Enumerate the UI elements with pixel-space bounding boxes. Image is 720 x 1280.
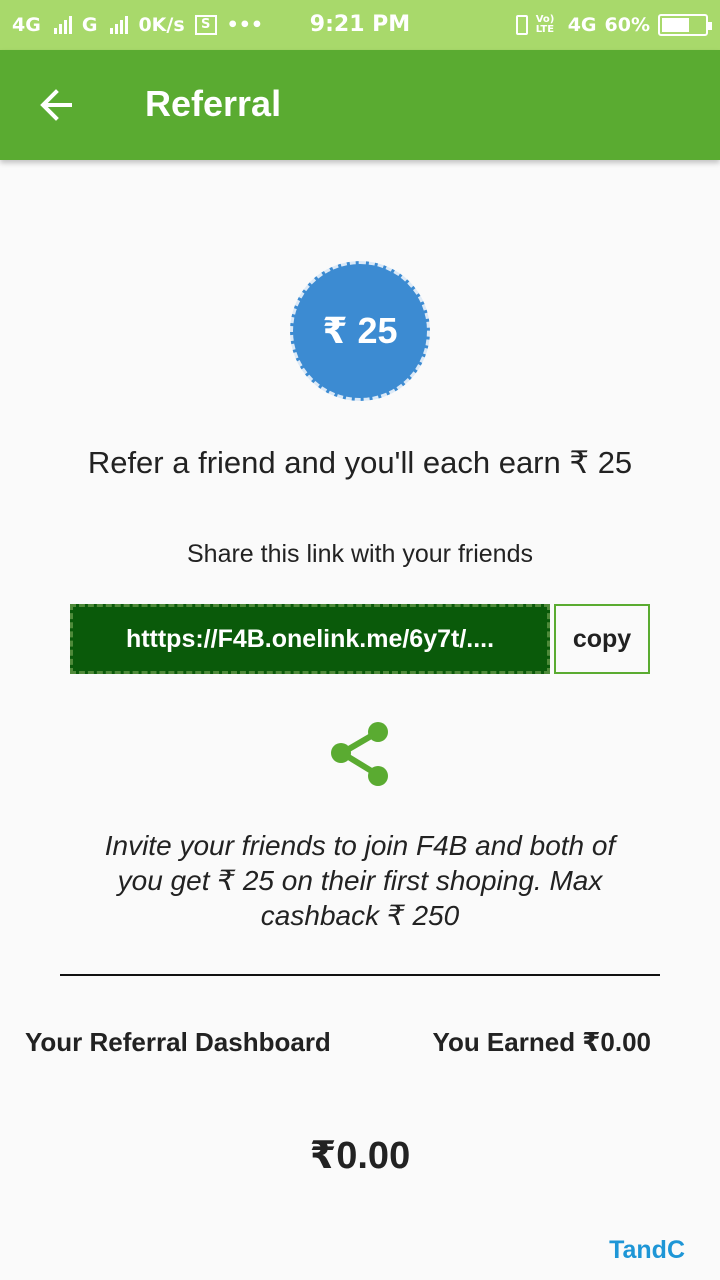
total-amount: ₹0.00 bbox=[309, 1135, 411, 1177]
share-icon[interactable] bbox=[326, 718, 396, 790]
referral-headline: Refer a friend and you'll each earn ₹ 25 bbox=[87, 445, 633, 480]
referral-amount-badge: ₹ 25 bbox=[290, 261, 430, 401]
terms-link[interactable]: TandC bbox=[609, 1236, 685, 1265]
network-type-right: 4G bbox=[567, 14, 597, 36]
referral-dashboard-label: Your Referral Dashboard bbox=[25, 1027, 331, 1057]
volte-icon: Vo) LTE bbox=[535, 14, 555, 35]
vibrate-icon bbox=[515, 15, 528, 35]
status-right: Vo) LTE 4G 60% bbox=[515, 0, 712, 50]
page-title: Referral bbox=[145, 83, 282, 124]
copy-button[interactable]: copy bbox=[554, 604, 650, 674]
divider bbox=[60, 974, 660, 976]
status-bar: 4G G 0K/s S ••• 9:21 PM Vo) LTE 4G 60% bbox=[0, 0, 720, 50]
earned-amount-label: You Earned ₹0.00 bbox=[432, 1027, 651, 1057]
share-link-label: Share this link with your friends bbox=[187, 540, 533, 568]
app-bar: Referral bbox=[0, 50, 720, 160]
referral-link[interactable]: htttps://F4B.onelink.me/6y7t/.... bbox=[70, 604, 550, 674]
battery-level: 60% bbox=[604, 14, 650, 36]
arrow-back-icon[interactable] bbox=[36, 85, 76, 125]
battery-icon bbox=[658, 14, 712, 36]
invite-description: Invite your friends to join F4B and both… bbox=[104, 830, 616, 931]
